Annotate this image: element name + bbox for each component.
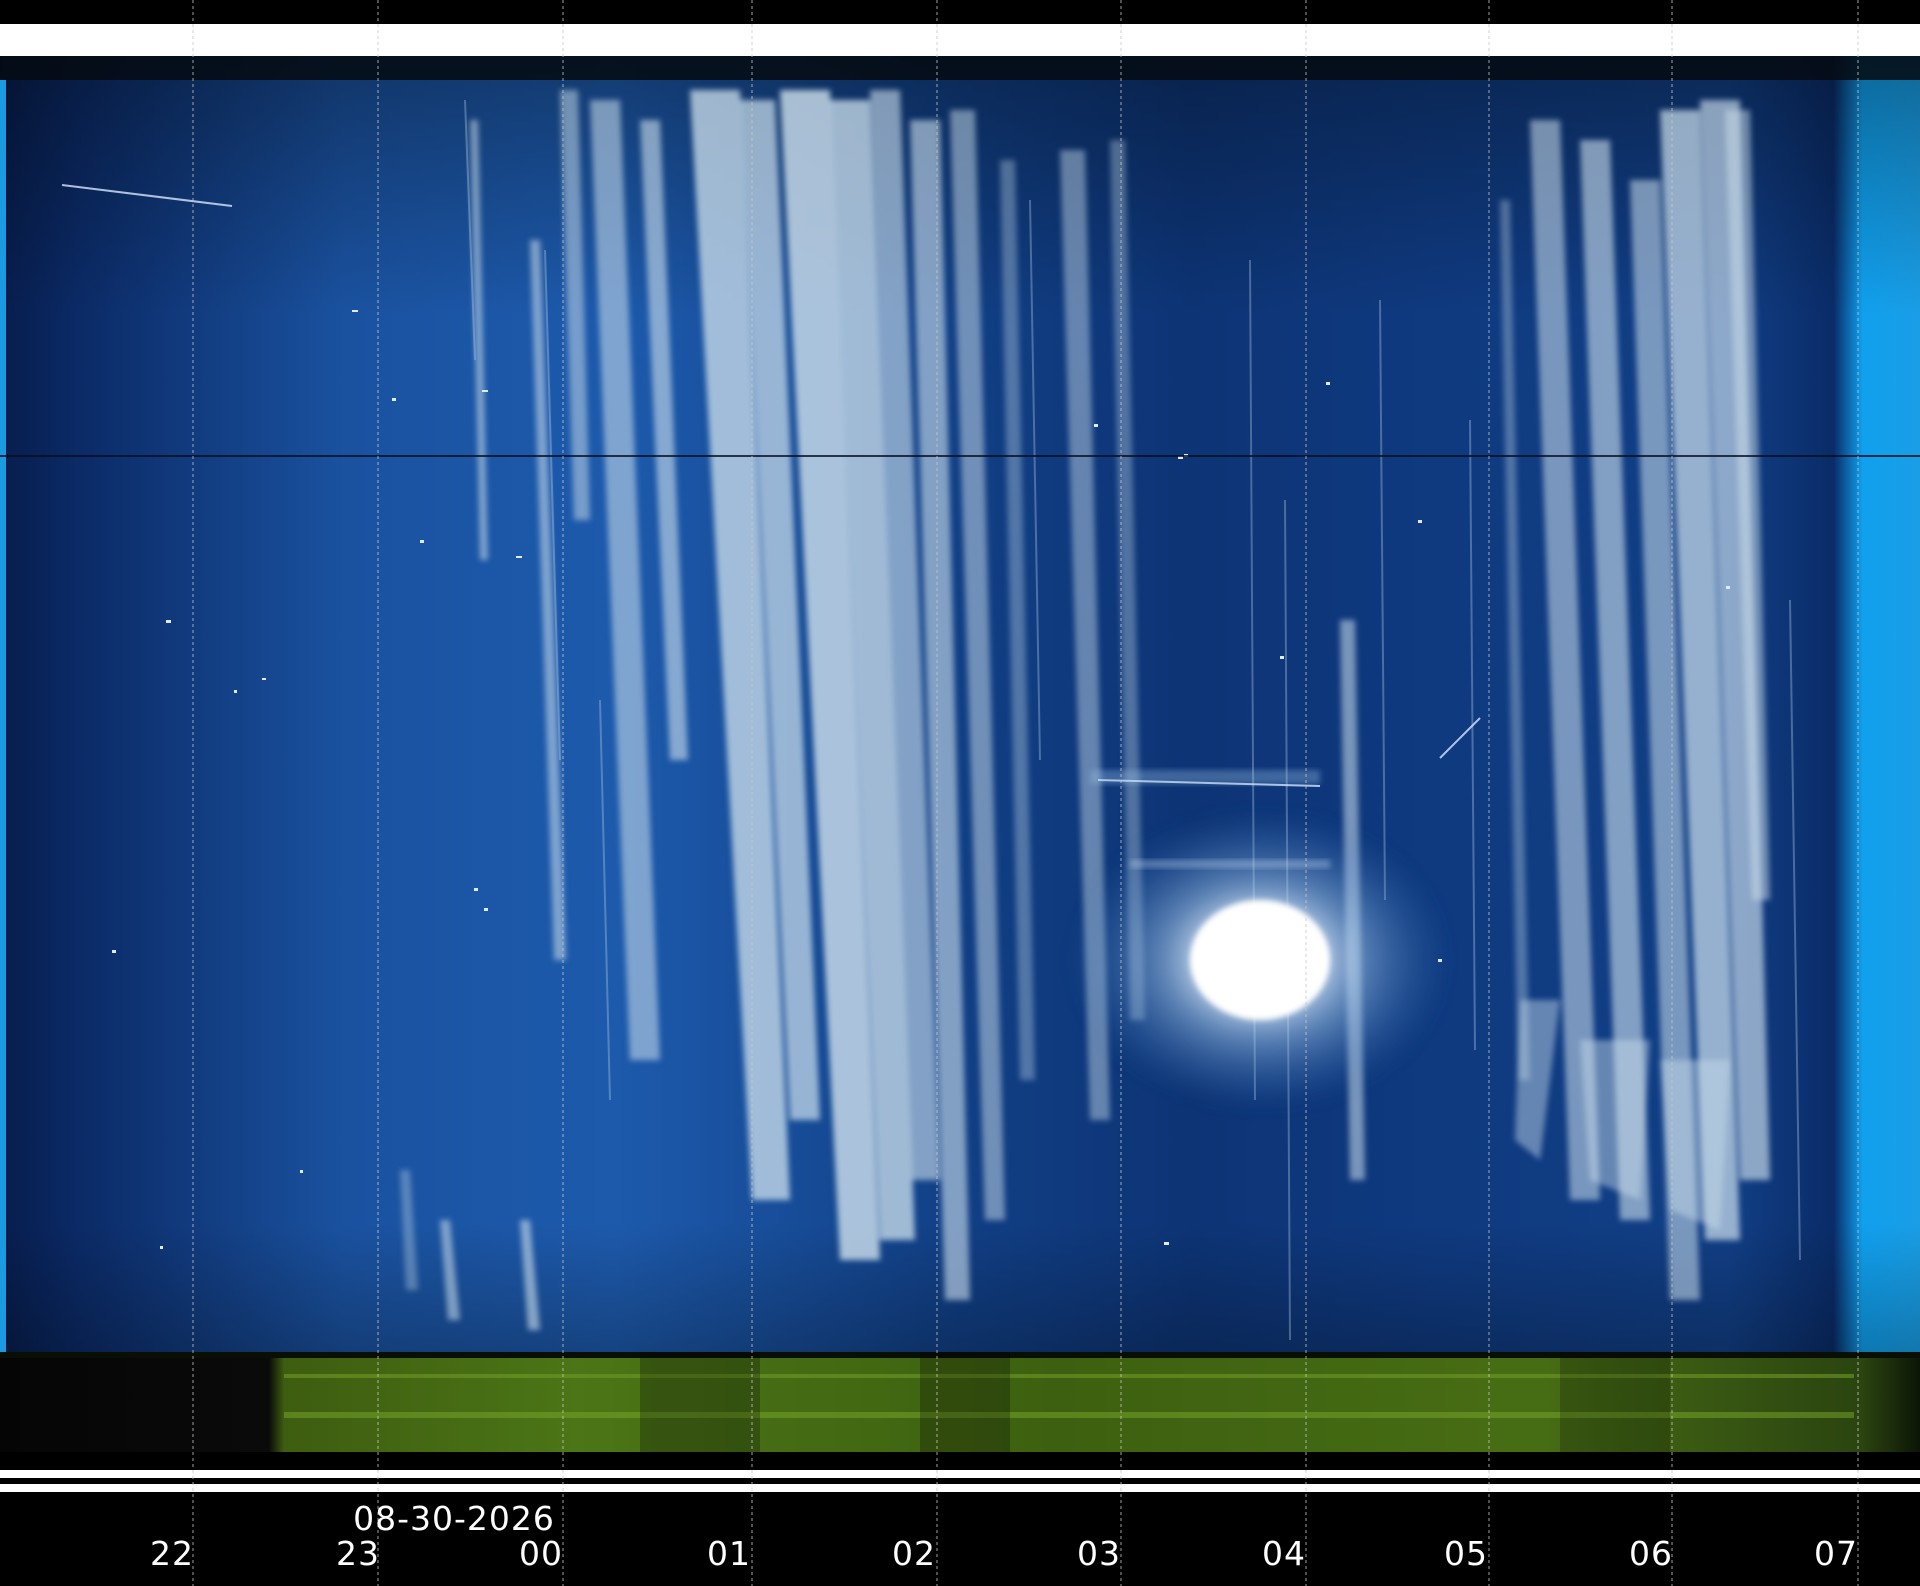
lower-white-line-1: [0, 1470, 1920, 1478]
hour-label-04: 04: [1262, 1534, 1306, 1573]
hour-label-22: 22: [150, 1534, 194, 1573]
hour-label-07: 07: [1814, 1534, 1858, 1573]
top-white-band: [0, 24, 1920, 56]
hour-label-05: 05: [1444, 1534, 1488, 1573]
hour-label-00: 00: [519, 1534, 563, 1573]
hour-label-06: 06: [1629, 1534, 1673, 1573]
lower-white-line-2: [0, 1484, 1920, 1492]
ground-band: [0, 1352, 1920, 1452]
lower-black-gap: [0, 1478, 1920, 1484]
keogram-image: [0, 0, 1920, 1586]
hour-label-02: 02: [892, 1534, 936, 1573]
hour-label-03: 03: [1077, 1534, 1121, 1573]
hour-label-23: 23: [336, 1534, 380, 1573]
lower-black-band: [0, 1452, 1920, 1470]
date-label: 08-30-2026: [353, 1499, 555, 1538]
top-border: [0, 0, 1920, 24]
hour-label-01: 01: [707, 1534, 751, 1573]
